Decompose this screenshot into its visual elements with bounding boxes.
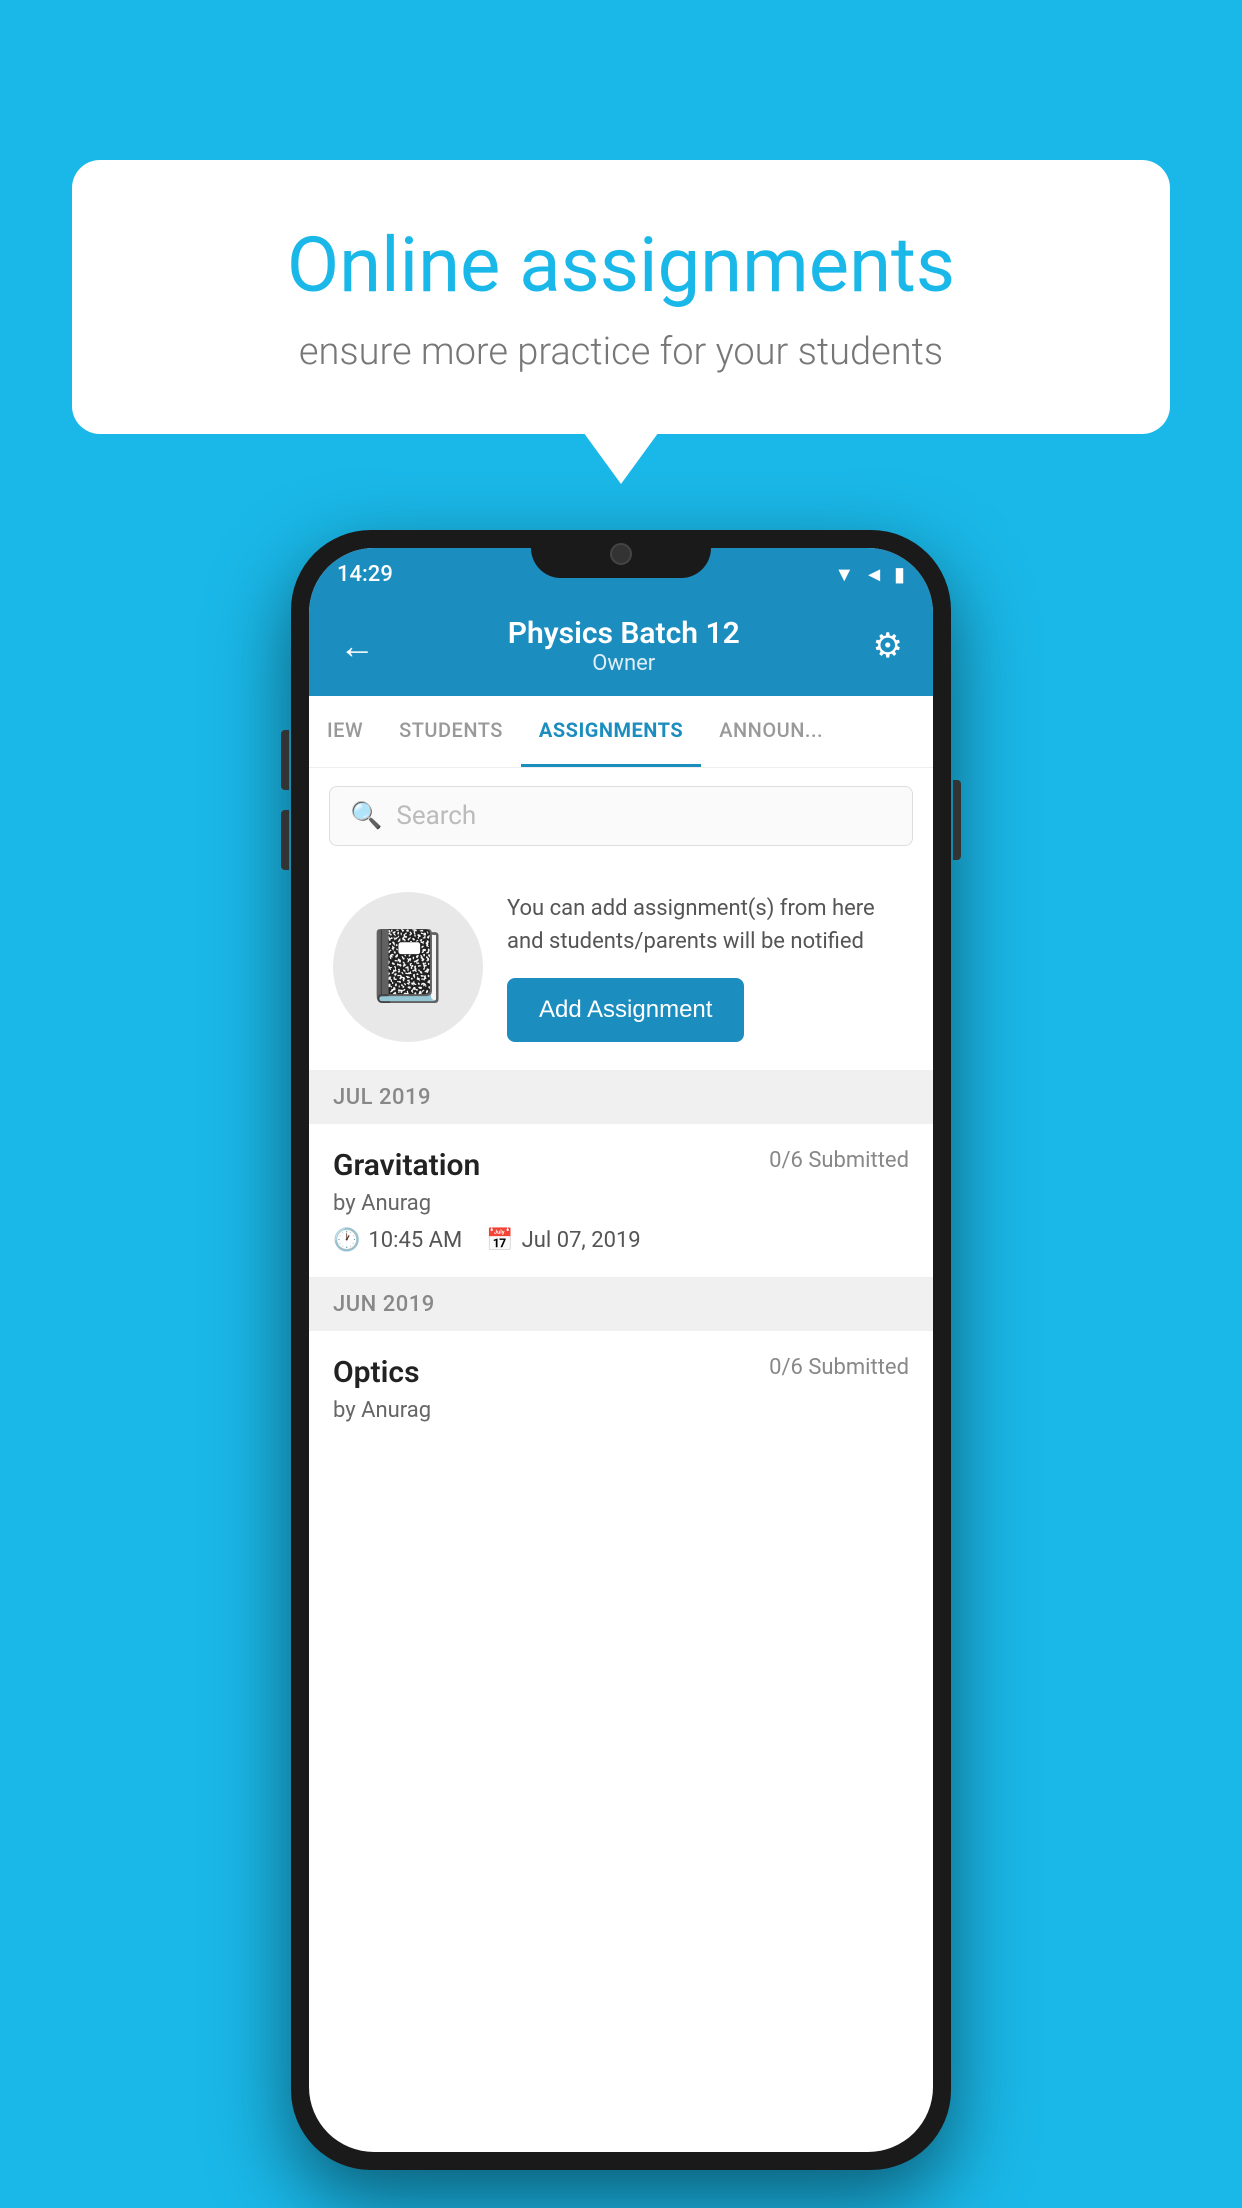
month-separator-jul: JUL 2019 xyxy=(309,1071,933,1124)
volume-button-1 xyxy=(281,730,289,790)
assignment-date: 📅 Jul 07, 2019 xyxy=(486,1228,640,1253)
tab-iew[interactable]: IEW xyxy=(309,696,381,767)
tabs-bar: IEW STUDENTS ASSIGNMENTS ANNOUN... xyxy=(309,696,933,768)
assignment-header: Gravitation 0/6 Submitted xyxy=(333,1148,909,1183)
assignment-title-gravitation: Gravitation xyxy=(333,1148,480,1183)
assignment-submitted-optics: 0/6 Submitted xyxy=(769,1355,909,1380)
assignment-submitted-gravitation: 0/6 Submitted xyxy=(769,1148,909,1173)
status-icons: ▼ ◄ ▮ xyxy=(834,562,905,587)
power-button xyxy=(953,780,961,860)
assignment-date-value: Jul 07, 2019 xyxy=(522,1228,641,1253)
assignment-by-optics: by Anurag xyxy=(333,1398,909,1423)
tab-announcements[interactable]: ANNOUN... xyxy=(701,696,841,767)
phone-mockup: 14:29 ▼ ◄ ▮ ← Physics Batch 12 Owner ⚙ xyxy=(291,530,951,2170)
wifi-icon: ▼ xyxy=(834,562,854,587)
promo-description: You can add assignment(s) from here and … xyxy=(507,892,909,958)
assignment-meta-gravitation: 🕐 10:45 AM 📅 Jul 07, 2019 xyxy=(333,1228,909,1253)
status-time: 14:29 xyxy=(337,562,393,587)
search-box[interactable]: 🔍 Search xyxy=(329,786,913,846)
phone-notch xyxy=(531,530,711,578)
phone-screen: 14:29 ▼ ◄ ▮ ← Physics Batch 12 Owner ⚙ xyxy=(309,548,933,2152)
month-label-jun: JUN 2019 xyxy=(333,1292,435,1317)
speech-bubble-wrapper: Online assignments ensure more practice … xyxy=(72,160,1170,434)
promo-section: 📓 You can add assignment(s) from here an… xyxy=(309,864,933,1071)
assignment-by-gravitation: by Anurag xyxy=(333,1191,909,1216)
assignment-item-optics[interactable]: Optics 0/6 Submitted by Anurag xyxy=(309,1331,933,1459)
assignment-item-gravitation[interactable]: Gravitation 0/6 Submitted by Anurag 🕐 10… xyxy=(309,1124,933,1278)
app-background: Online assignments ensure more practice … xyxy=(0,0,1242,2208)
battery-icon: ▮ xyxy=(894,562,905,586)
assignment-title-optics: Optics xyxy=(333,1355,420,1390)
tab-students[interactable]: STUDENTS xyxy=(381,696,521,767)
search-placeholder: Search xyxy=(396,801,476,831)
signal-icon: ◄ xyxy=(864,562,884,587)
speech-bubble-subtitle: ensure more practice for your students xyxy=(152,330,1090,374)
search-icon: 🔍 xyxy=(350,801,382,831)
month-label-jul: JUL 2019 xyxy=(333,1085,431,1110)
clock-icon: 🕐 xyxy=(333,1228,360,1253)
month-separator-jun: JUN 2019 xyxy=(309,1278,933,1331)
header-center: Physics Batch 12 Owner xyxy=(375,616,873,676)
batch-subtitle: Owner xyxy=(375,651,873,676)
search-container: 🔍 Search xyxy=(309,768,933,864)
phone-outer: 14:29 ▼ ◄ ▮ ← Physics Batch 12 Owner ⚙ xyxy=(291,530,951,2170)
assignment-time-value: 10:45 AM xyxy=(368,1228,462,1253)
back-button[interactable]: ← xyxy=(339,625,375,667)
volume-button-2 xyxy=(281,810,289,870)
speech-bubble-title: Online assignments xyxy=(152,220,1090,310)
camera xyxy=(610,543,632,565)
notebook-icon: 📓 xyxy=(364,926,451,1008)
app-header: ← Physics Batch 12 Owner ⚙ xyxy=(309,600,933,696)
assignment-header-optics: Optics 0/6 Submitted xyxy=(333,1355,909,1390)
tab-assignments[interactable]: ASSIGNMENTS xyxy=(521,696,701,767)
promo-content: You can add assignment(s) from here and … xyxy=(507,892,909,1042)
assignment-time: 🕐 10:45 AM xyxy=(333,1228,462,1253)
promo-icon-circle: 📓 xyxy=(333,892,483,1042)
settings-icon[interactable]: ⚙ xyxy=(873,626,903,666)
batch-title: Physics Batch 12 xyxy=(375,616,873,651)
calendar-icon: 📅 xyxy=(486,1228,513,1253)
speech-bubble: Online assignments ensure more practice … xyxy=(72,160,1170,434)
add-assignment-button[interactable]: Add Assignment xyxy=(507,978,744,1042)
